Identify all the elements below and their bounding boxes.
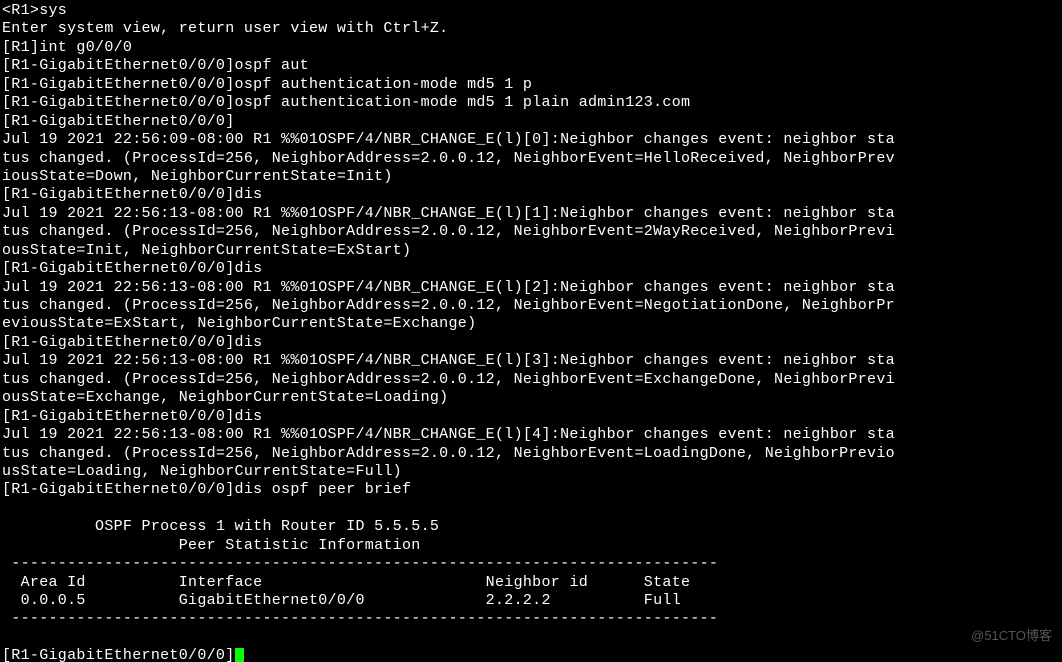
cursor-block (235, 648, 244, 662)
watermark-text: @51CTO博客 (971, 628, 1052, 644)
terminal-output[interactable]: <R1>sys Enter system view, return user v… (0, 0, 1062, 662)
terminal-text: <R1>sys Enter system view, return user v… (2, 2, 895, 662)
